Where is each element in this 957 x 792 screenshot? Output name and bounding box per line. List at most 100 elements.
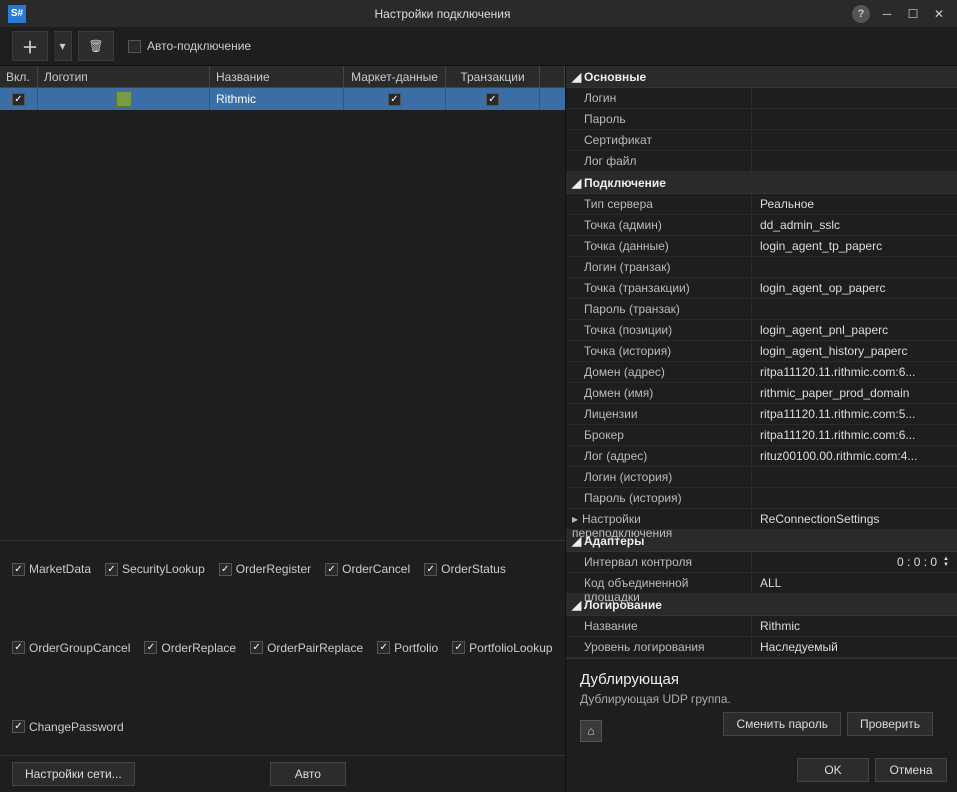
prop-log-addr-value[interactable]: rituz00100.00.rithmic.com:4... (752, 446, 957, 466)
delete-button[interactable]: 🗑 (78, 31, 114, 61)
connector-logo-icon (116, 91, 132, 107)
capability-changepassword[interactable]: ChangePassword (12, 709, 124, 745)
prop-data-point-value[interactable]: login_agent_tp_paperc (752, 236, 957, 256)
prop-reconn[interactable]: ▸Настройки переподключения (566, 509, 752, 529)
section-adapters[interactable]: ◢Адаптеры (566, 530, 957, 552)
header-logo[interactable]: Логотип (38, 66, 210, 87)
prop-password: Пароль (566, 109, 752, 129)
header-name[interactable]: Название (210, 66, 344, 87)
grid-body: Rithmic (0, 88, 565, 540)
expand-icon: ▸ (572, 512, 582, 526)
checkbox-icon (424, 563, 437, 576)
capability-portfolio[interactable]: Portfolio (377, 630, 438, 666)
prop-pos-point: Точка (позиции) (566, 320, 752, 340)
prop-licenses: Лицензии (566, 404, 752, 424)
home-button[interactable]: ⌂ (580, 720, 602, 742)
checkbox-icon (388, 93, 401, 106)
desc-text: Дублирующая UDP группа. (580, 692, 943, 706)
window-title: Настройки подключения (34, 7, 851, 21)
prop-cert: Сертификат (566, 130, 752, 150)
header-enabled[interactable]: Вкл. (0, 66, 38, 87)
prop-reconn-value[interactable]: ReConnectionSettings (752, 509, 957, 529)
prop-server-type-value[interactable]: Реальное (752, 194, 957, 214)
prop-pwd-trans-value[interactable] (752, 299, 957, 319)
capabilities-panel: MarketData SecurityLookup OrderRegister … (0, 540, 565, 755)
capability-portfoliolookup[interactable]: PortfolioLookup (452, 630, 552, 666)
spinner-icon[interactable]: ▲▼ (943, 556, 949, 568)
prop-pos-point-value[interactable]: login_agent_pnl_paperc (752, 320, 957, 340)
prop-board-code: Код объединенной площадки (566, 573, 752, 593)
prop-domain-addr: Домен (адрес) (566, 362, 752, 382)
prop-login-value[interactable] (752, 88, 957, 108)
prop-login-hist-value[interactable] (752, 467, 957, 487)
table-row[interactable]: Rithmic (0, 88, 565, 110)
prop-trans-point-value[interactable]: login_agent_op_paperc (752, 278, 957, 298)
minimize-icon[interactable]: ─ (877, 4, 897, 24)
add-button[interactable]: ＋ (12, 31, 48, 61)
network-settings-button[interactable]: Настройки сети... (12, 762, 135, 786)
checkbox-icon (250, 641, 263, 654)
header-market-data[interactable]: Маркет-данные (344, 66, 446, 87)
capability-orderstatus[interactable]: OrderStatus (424, 551, 506, 587)
prop-broker: Брокер (566, 425, 752, 445)
prop-cert-value[interactable] (752, 130, 957, 150)
titlebar: S# Настройки подключения ? ─ ☐ ✕ (0, 0, 957, 27)
plus-icon: ＋ (22, 34, 38, 58)
check-button[interactable]: Проверить (847, 712, 933, 736)
prop-data-point: Точка (данные) (566, 236, 752, 256)
section-main[interactable]: ◢Основные (566, 66, 957, 88)
prop-log-addr: Лог (адрес) (566, 446, 752, 466)
auto-button[interactable]: Авто (270, 762, 346, 786)
prop-hist-point-value[interactable]: login_agent_history_paperc (752, 341, 957, 361)
prop-interval: Интервал контроля (566, 552, 752, 572)
app-icon: S# (8, 5, 26, 23)
auto-connect-checkbox[interactable]: Авто-подключение (128, 39, 251, 53)
description-panel: Дублирующая Дублирующая UDP группа. ⌂ См… (566, 658, 957, 754)
prop-domain-name-value[interactable]: rithmic_paper_prod_domain (752, 383, 957, 403)
prop-broker-value[interactable]: ritpa11120.11.rithmic.com:6... (752, 425, 957, 445)
prop-log-level-value[interactable]: Наследуемый (752, 637, 957, 657)
prop-trans-point: Точка (транзакции) (566, 278, 752, 298)
capability-ordercancel[interactable]: OrderCancel (325, 551, 410, 587)
header-transactions[interactable]: Транзакции (446, 66, 540, 87)
prop-board-code-value[interactable]: ALL (752, 573, 957, 593)
help-icon[interactable]: ? (851, 4, 871, 24)
maximize-icon[interactable]: ☐ (903, 4, 923, 24)
capability-ordergroupcancel[interactable]: OrderGroupCancel (12, 630, 130, 666)
capability-marketdata[interactable]: MarketData (12, 551, 91, 587)
capability-orderpairreplace[interactable]: OrderPairReplace (250, 630, 363, 666)
prop-log-name-value[interactable]: Rithmic (752, 616, 957, 636)
prop-admin-point-value[interactable]: dd_admin_sslc (752, 215, 957, 235)
checkbox-icon (219, 563, 232, 576)
section-logging[interactable]: ◢Логирование (566, 594, 957, 616)
prop-licenses-value[interactable]: ritpa11120.11.rithmic.com:5... (752, 404, 957, 424)
checkbox-icon (325, 563, 338, 576)
cell-trans[interactable] (446, 88, 540, 110)
change-password-button[interactable]: Сменить пароль (723, 712, 841, 736)
capability-orderregister[interactable]: OrderRegister (219, 551, 311, 587)
prop-server-type: Тип сервера (566, 194, 752, 214)
checkbox-icon (12, 641, 25, 654)
property-grid: ◢Основные Логин Пароль Сертификат Лог фа… (566, 66, 957, 658)
prop-domain-addr-value[interactable]: ritpa11120.11.rithmic.com:6... (752, 362, 957, 382)
toolbar: ＋ ▾ 🗑 Авто-подключение (0, 27, 957, 66)
prop-admin-point: Точка (админ) (566, 215, 752, 235)
cell-market[interactable] (344, 88, 446, 110)
ok-button[interactable]: OK (797, 758, 869, 782)
prop-pwd-hist-value[interactable] (752, 488, 957, 508)
checkbox-icon (12, 93, 25, 106)
prop-login-trans-value[interactable] (752, 257, 957, 277)
cell-enabled[interactable] (0, 88, 38, 110)
close-icon[interactable]: ✕ (929, 4, 949, 24)
cancel-button[interactable]: Отмена (875, 758, 947, 782)
prop-password-value[interactable] (752, 109, 957, 129)
capability-securitylookup[interactable]: SecurityLookup (105, 551, 205, 587)
prop-interval-value[interactable]: 0 : 0 : 0▲▼ (752, 552, 957, 572)
section-connection[interactable]: ◢Подключение (566, 172, 957, 194)
capability-orderreplace[interactable]: OrderReplace (144, 630, 236, 666)
prop-hist-point: Точка (история) (566, 341, 752, 361)
prop-logfile-value[interactable] (752, 151, 957, 171)
add-dropdown-arrow[interactable]: ▾ (54, 31, 72, 61)
header-scroll-gap (540, 66, 565, 87)
checkbox-icon (144, 641, 157, 654)
